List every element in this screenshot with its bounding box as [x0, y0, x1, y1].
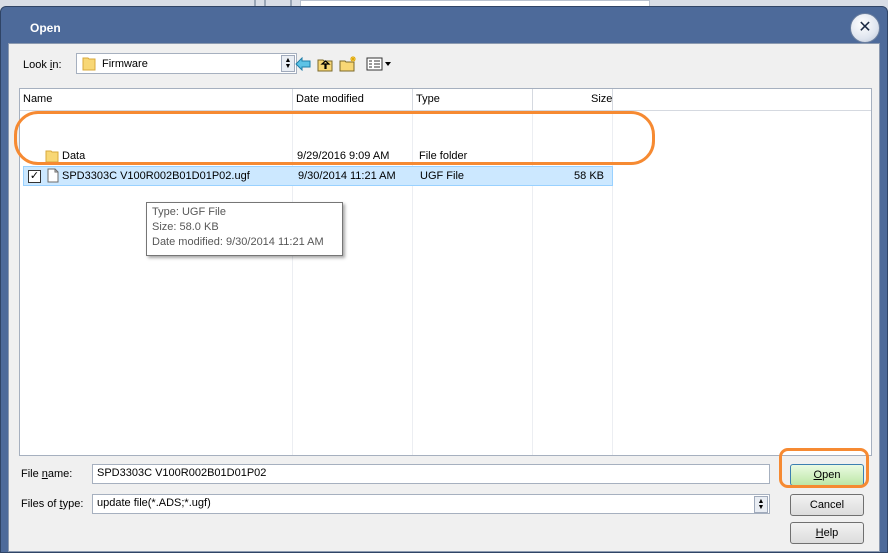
column-header-size[interactable]: Size: [591, 93, 612, 105]
file-size: 58 KB: [574, 170, 604, 182]
open-dialog: Open ✕ Look in: Firmware ▲ ▼ Name Date m…: [0, 6, 888, 553]
folder-icon: [45, 150, 59, 163]
view-menu-button[interactable]: [365, 56, 393, 72]
file-list[interactable]: Name Date modified Type Size Data 9/29/2…: [19, 88, 872, 456]
column-header-name[interactable]: Name: [23, 93, 52, 105]
lookin-value: Firmware: [102, 57, 148, 70]
tooltip-size: Size: 58.0 KB: [152, 221, 219, 233]
filename-input[interactable]: SPD3303C V100R002B01D01P02: [92, 464, 770, 484]
file-name: SPD3303C V100R002B01D01P02.ugf: [62, 170, 250, 182]
tooltip-modified: Date modified: 9/30/2014 11:21 AM: [152, 236, 324, 248]
list-header: Name Date modified Type Size: [20, 89, 871, 111]
up-folder-button[interactable]: [316, 56, 334, 72]
close-button[interactable]: ✕: [850, 13, 880, 43]
dialog-title: Open: [30, 21, 61, 35]
column-separator[interactable]: [612, 89, 613, 110]
new-folder-icon: [339, 56, 356, 72]
folder-icon: [82, 57, 96, 71]
column-header-date[interactable]: Date modified: [296, 93, 364, 105]
dialog-client-area: Look in: Firmware ▲ ▼ Name Date modified…: [8, 43, 880, 552]
lookin-combo[interactable]: Firmware ▲ ▼: [76, 53, 297, 74]
column-separator[interactable]: [292, 89, 293, 110]
view-list-icon: [366, 57, 391, 71]
new-folder-button[interactable]: [339, 56, 357, 72]
chevron-down-icon: ▼: [757, 503, 765, 511]
filetype-dropdown-arrow[interactable]: ▲ ▼: [754, 496, 768, 513]
file-type: File folder: [419, 150, 468, 162]
file-date: 9/29/2016 9:09 AM: [297, 150, 390, 162]
tooltip-type: Type: UGF File: [152, 206, 226, 218]
file-type: UGF File: [420, 170, 464, 182]
filename-label: File name:: [21, 468, 73, 480]
lookin-label: Look in:: [23, 59, 62, 71]
open-button[interactable]: Open: [790, 464, 864, 486]
file-date: 9/30/2014 11:21 AM: [298, 170, 396, 182]
close-icon: ✕: [858, 19, 872, 36]
file-name: Data: [62, 150, 86, 162]
chevron-down-icon: ▼: [284, 62, 292, 70]
file-info-tooltip: Type: UGF File Size: 58.0 KB Date modifi…: [146, 202, 343, 256]
list-item-selected-file[interactable]: ✓ SPD3303C V100R002B01D01P02.ugf 9/30/20…: [23, 166, 613, 186]
filetype-label: Files of type:: [21, 498, 84, 510]
help-button[interactable]: Help: [790, 522, 864, 544]
column-header-type[interactable]: Type: [416, 93, 440, 105]
column-separator[interactable]: [412, 89, 413, 110]
back-arrow-icon: [295, 57, 311, 71]
lookin-dropdown-arrow[interactable]: ▲ ▼: [281, 55, 295, 72]
file-icon: [47, 168, 59, 183]
filetype-value: update file(*.ADS;*.ugf): [97, 497, 211, 509]
filetype-select[interactable]: update file(*.ADS;*.ugf) ▲ ▼: [92, 494, 770, 514]
cancel-button[interactable]: Cancel: [790, 494, 864, 516]
list-item-folder[interactable]: Data 9/29/2016 9:09 AM File folder: [23, 147, 613, 167]
column-separator[interactable]: [532, 89, 533, 110]
back-button[interactable]: [294, 56, 312, 72]
up-folder-icon: [317, 59, 332, 71]
selection-checkbox[interactable]: ✓: [28, 170, 41, 183]
